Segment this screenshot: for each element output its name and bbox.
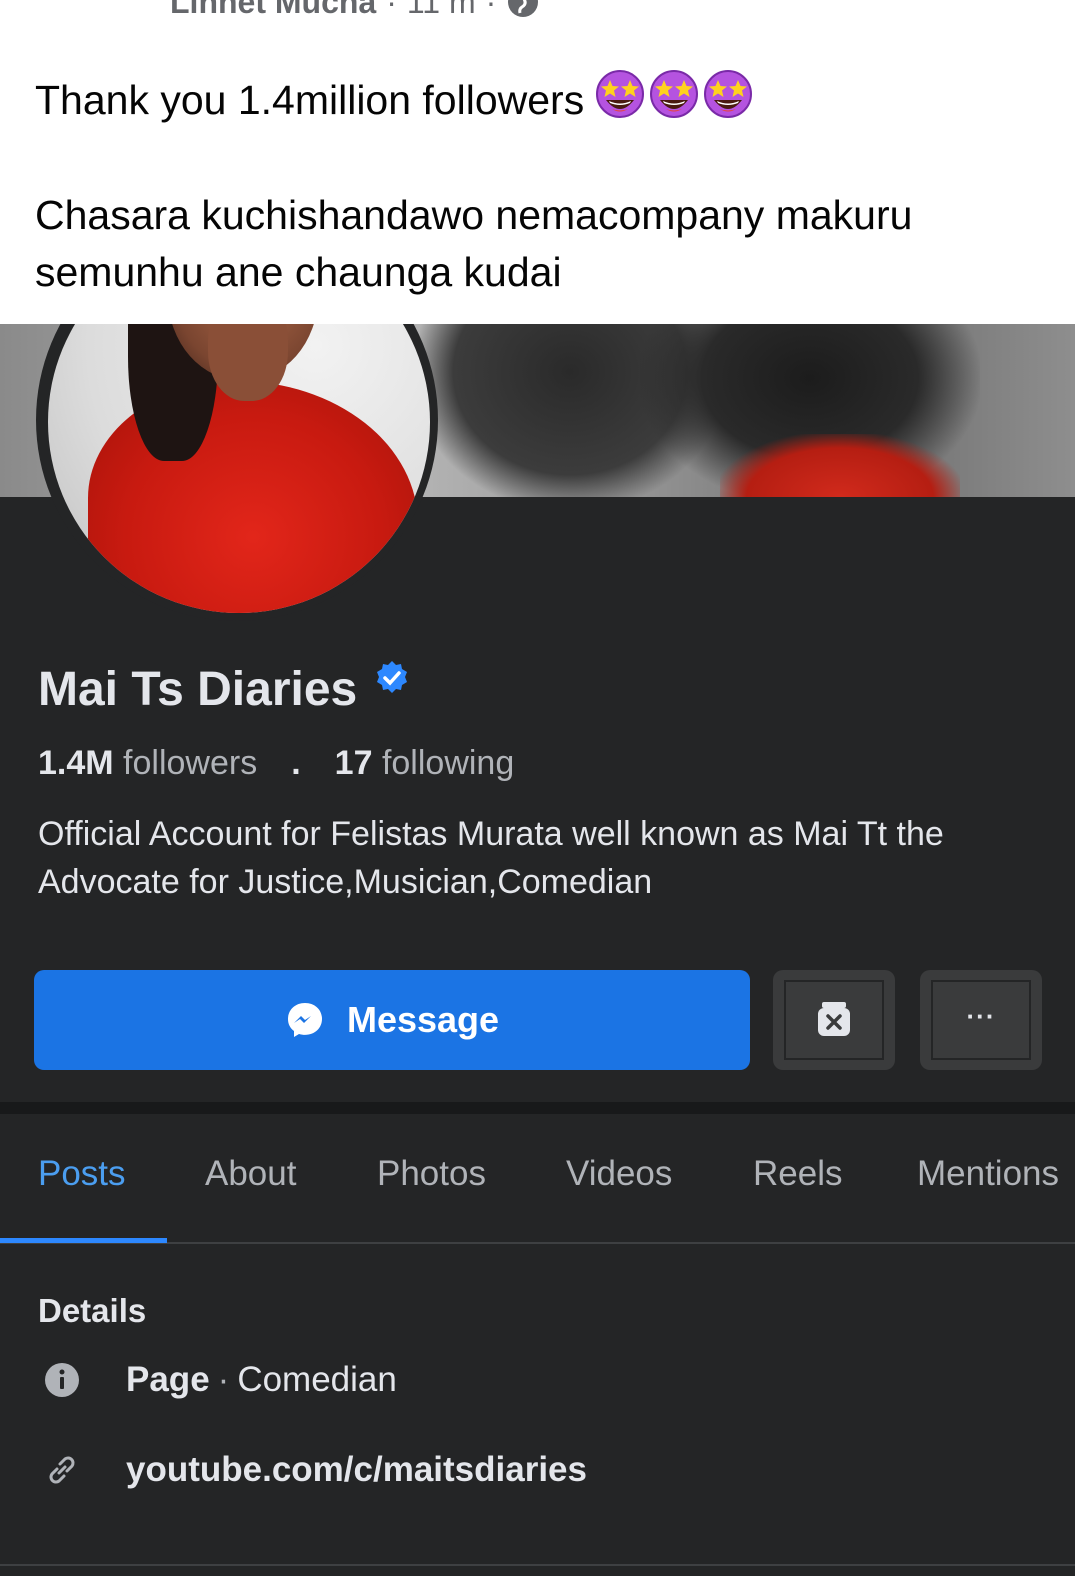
profile-stats: 1.4M followers . 17 following xyxy=(38,744,514,783)
profile-tabs: Posts About Photos Videos Reels Mentions xyxy=(0,1114,1075,1244)
post-separator: · xyxy=(386,0,397,20)
stats-dot: . xyxy=(291,744,301,782)
shared-profile-screenshot[interactable]: Mai Ts Diaries 1.4M followers . 17 follo… xyxy=(0,324,1075,1576)
emoji-row xyxy=(594,68,754,120)
followers-label[interactable]: followers xyxy=(123,744,257,783)
unfollow-icon xyxy=(818,1002,850,1036)
cover-dress-shape xyxy=(720,434,960,497)
info-icon xyxy=(45,1363,79,1397)
details-heading: Details xyxy=(38,1292,147,1329)
section-divider xyxy=(0,1102,1075,1114)
message-button[interactable]: Message xyxy=(34,970,750,1070)
more-icon: ··· xyxy=(966,1000,996,1031)
post-line-1-text: Thank you 1.4million followers xyxy=(35,77,585,123)
detail-page-category: Page · Comedian xyxy=(40,1358,397,1402)
avatar[interactable] xyxy=(48,324,430,613)
tab-reels[interactable]: Reels xyxy=(753,1154,842,1194)
website-link[interactable]: youtube.com/c/maitsdiaries xyxy=(126,1450,587,1490)
profile-bio: Official Account for Felistas Murata wel… xyxy=(38,815,944,901)
more-button-frame: ··· xyxy=(931,980,1031,1060)
post-separator: · xyxy=(485,0,497,20)
active-tab-indicator xyxy=(0,1238,167,1243)
verified-badge-icon xyxy=(377,660,408,693)
post-line-2: Chasara kuchishandawo nemacompany makuru… xyxy=(35,192,913,295)
post-text: Thank you 1.4million followers Chasara k… xyxy=(35,68,1045,301)
star-struck-emoji-icon xyxy=(704,70,753,118)
following-count[interactable]: 17 xyxy=(335,744,373,783)
tab-mentions[interactable]: Mentions xyxy=(917,1154,1059,1194)
more-options-button[interactable]: ··· xyxy=(920,970,1042,1070)
page-category: Comedian xyxy=(237,1360,397,1399)
page-name: Mai Ts Diaries xyxy=(38,663,358,716)
post-author[interactable]: Linnet Mucha xyxy=(170,0,376,21)
page-label: Page xyxy=(126,1360,210,1399)
detail-website-link[interactable]: youtube.com/c/maitsdiaries xyxy=(40,1448,587,1492)
following-label[interactable]: following xyxy=(382,744,514,783)
tab-about[interactable]: About xyxy=(205,1154,296,1194)
post-header: Linnet Mucha · 11 m · xyxy=(170,0,540,22)
globe-icon xyxy=(508,0,539,17)
star-struck-emoji-icon xyxy=(596,70,645,118)
message-button-label: Message xyxy=(346,999,500,1040)
star-struck-emoji-icon xyxy=(650,70,699,118)
page-category-separator: · xyxy=(217,1360,230,1399)
post-line-1: Thank you 1.4million followers xyxy=(35,68,1045,129)
followers-count[interactable]: 1.4M xyxy=(38,744,114,783)
bottom-divider xyxy=(0,1564,1075,1566)
post-time[interactable]: 11 m xyxy=(407,0,476,21)
profile-name-row: Mai Ts Diaries xyxy=(38,660,411,717)
unfollow-button-frame xyxy=(784,980,884,1060)
unfollow-button[interactable] xyxy=(773,970,895,1070)
link-icon xyxy=(49,1456,75,1484)
tab-photos[interactable]: Photos xyxy=(377,1154,486,1194)
messenger-icon xyxy=(287,1003,322,1037)
tab-videos[interactable]: Videos xyxy=(566,1154,672,1194)
tab-posts[interactable]: Posts xyxy=(38,1154,126,1194)
